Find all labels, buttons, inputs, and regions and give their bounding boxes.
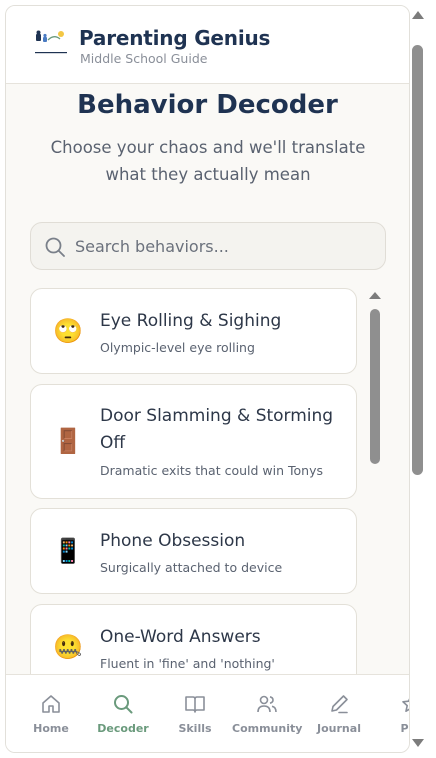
scroll-down-arrow-icon[interactable] (412, 739, 424, 747)
users-icon (257, 695, 277, 713)
search-input[interactable] (75, 223, 375, 269)
behavior-description: Olympic-level eye rolling (100, 340, 255, 355)
eye-roll-emoji: 🙄 (53, 318, 83, 345)
zipper-mouth-emoji: 🤐 (53, 634, 83, 661)
list-scrollbar[interactable] (368, 292, 382, 472)
behavior-description: Dramatic exits that could win Tonys (100, 463, 323, 478)
nav-item-journal[interactable]: Journal (304, 675, 374, 752)
nav-item-decoder[interactable]: Decoder (88, 675, 158, 752)
nav-label: Journal (317, 722, 361, 735)
search-icon (45, 237, 65, 257)
nav-item-skills[interactable]: Skills (160, 675, 230, 752)
window-scrollbar[interactable] (410, 5, 426, 753)
star-icon (402, 698, 409, 712)
behavior-description: Fluent in 'fine' and 'nothing' (100, 656, 275, 671)
scroll-up-arrow-icon[interactable] (369, 292, 381, 299)
search-icon (114, 695, 133, 714)
home-icon (42, 695, 60, 713)
nav-label: Skills (178, 722, 212, 735)
nav-label: Home (33, 722, 69, 735)
pencil-icon (331, 695, 348, 714)
nav-item-pro[interactable]: Pro (376, 675, 409, 752)
bottom-nav: Home Decoder Skills Community Journal P (6, 674, 409, 752)
scroll-up-arrow-icon[interactable] (412, 11, 424, 19)
app-window: Parenting Genius Middle School Guide Beh… (5, 5, 410, 753)
list-scrollbar-thumb[interactable] (370, 309, 380, 464)
nav-label: Pro (400, 722, 409, 735)
nav-item-community[interactable]: Community (232, 675, 303, 752)
door-emoji: 🚪 (53, 428, 83, 455)
brand-logo[interactable] (34, 30, 68, 60)
behavior-card-eye-rolling[interactable]: 🙄 Eye Rolling & Sighing Olympic-level ey… (30, 288, 357, 374)
window-scrollbar-thumb[interactable] (412, 45, 423, 475)
behavior-title: Eye Rolling & Sighing (100, 311, 282, 331)
search-box[interactable] (30, 222, 386, 270)
phone-emoji: 📱 (53, 538, 83, 565)
app-header: Parenting Genius Middle School Guide (6, 6, 409, 84)
page-subtitle: Choose your chaos and we'll translate wh… (50, 138, 366, 184)
behavior-description: Surgically attached to device (100, 560, 283, 575)
book-icon (185, 696, 205, 713)
behavior-card-door-slamming[interactable]: 🚪 Door Slamming & Storming Off Dramatic … (30, 384, 357, 499)
nav-item-home[interactable]: Home (16, 675, 86, 752)
behavior-list[interactable]: 🙄 Eye Rolling & Sighing Olympic-level ey… (6, 286, 366, 674)
nav-label: Community (232, 722, 303, 735)
brand-title: Parenting Genius (79, 26, 271, 50)
page-title: Behavior Decoder (77, 90, 338, 120)
behavior-title: Phone Obsession (100, 531, 246, 551)
behavior-title: Door Slamming & Storming Off (100, 406, 334, 453)
behavior-card-phone-obsession[interactable]: 📱 Phone Obsession Surgically attached to… (30, 508, 357, 594)
brand-subtitle: Middle School Guide (80, 51, 208, 66)
behavior-title: One-Word Answers (100, 627, 261, 647)
nav-label: Decoder (97, 722, 149, 735)
behavior-card-one-word-answers[interactable]: 🤐 One-Word Answers Fluent in 'fine' and … (30, 604, 357, 674)
